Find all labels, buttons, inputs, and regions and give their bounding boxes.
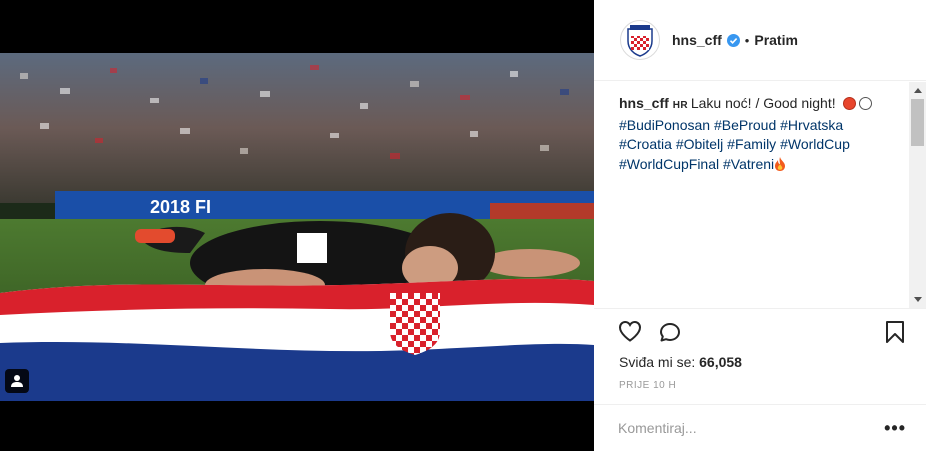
more-options-button[interactable]: ••• <box>884 419 906 437</box>
bookmark-button[interactable] <box>884 320 906 349</box>
comment-icon <box>660 323 680 342</box>
user-tag-icon <box>11 375 23 387</box>
hns-crest-icon <box>627 25 653 57</box>
tagged-users-button[interactable] <box>5 369 29 393</box>
likes-summary[interactable]: Sviđa mi se: 66,058 <box>619 354 742 370</box>
caption-text: Laku noć! / Good night! <box>690 95 836 111</box>
hashtag-link[interactable]: #BudiPonosan <box>619 117 710 133</box>
scroll-down-arrow-icon[interactable] <box>909 291 926 308</box>
avatar[interactable] <box>620 20 660 60</box>
hashtag-link[interactable]: #Family <box>727 136 776 152</box>
post-header: hns_cff • Pratim <box>594 0 926 81</box>
hashtag-link[interactable]: #Hrvatska <box>780 117 843 133</box>
comment-form: ••• <box>594 404 926 451</box>
hashtag-link[interactable]: #WorldCup <box>780 136 850 152</box>
likes-count: 66,058 <box>699 354 742 370</box>
bookmark-icon <box>886 321 904 343</box>
hashtag-link[interactable]: #WorldCupFinal <box>619 156 719 172</box>
caption-language-badge: HR <box>672 100 688 111</box>
hashtag-link[interactable]: #Croatia <box>619 136 672 152</box>
fire-emoji-icon <box>774 156 786 177</box>
separator-dot: • <box>744 32 750 48</box>
photo-illustration: 2018 FI <box>0 53 594 401</box>
like-button[interactable] <box>618 320 642 347</box>
comments-scrollbar[interactable] <box>909 82 926 308</box>
scroll-thumb[interactable] <box>911 99 924 146</box>
comments-area: hns_cff HR Laku noć! / Good night! #BudiPo… <box>594 82 926 308</box>
post-photo[interactable]: 2018 FI <box>0 53 594 401</box>
hashtag-link[interactable]: #Vatreni <box>723 156 774 172</box>
follow-button[interactable]: Pratim <box>754 32 798 48</box>
post-side-panel: hns_cff • Pratim hns_cff HR Laku noć! / Go… <box>594 0 926 451</box>
board-text: 2018 FI <box>150 197 211 217</box>
verified-badge-icon <box>726 33 740 47</box>
likes-label: Sviđa mi se: <box>619 354 696 370</box>
hashtag-link[interactable]: #BeProud <box>714 117 776 133</box>
caption-username[interactable]: hns_cff <box>619 95 669 111</box>
white-circle-emoji-icon <box>858 97 872 110</box>
comment-input[interactable] <box>618 417 858 439</box>
post-timestamp[interactable]: PRIJE 10 H <box>619 380 676 391</box>
hashtag-link[interactable]: #Obitelj <box>676 136 723 152</box>
post-username[interactable]: hns_cff <box>672 32 722 48</box>
post-caption: hns_cff HR Laku noć! / Good night! #BudiPo… <box>619 94 904 176</box>
post-actions: Sviđa mi se: 66,058 PRIJE 10 H ••• <box>594 308 926 451</box>
red-circle-emoji-icon <box>842 97 856 110</box>
comment-button[interactable] <box>658 320 682 349</box>
scroll-up-arrow-icon[interactable] <box>909 82 926 99</box>
heart-icon <box>618 320 642 342</box>
post-media: 2018 FI <box>0 0 594 451</box>
